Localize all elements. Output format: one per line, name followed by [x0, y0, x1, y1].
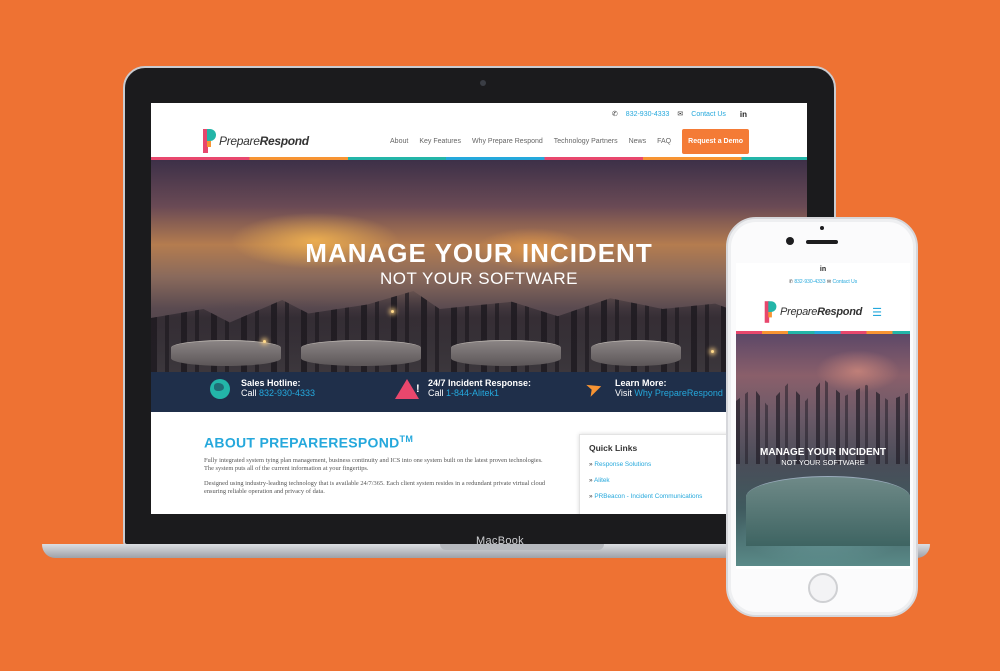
phone-device: in ✆ 832-930-4333 ✉ Contact Us PrepareRe… [726, 217, 918, 617]
content-area: ABOUT PREPARERESPONDTM Fully integrated … [151, 412, 807, 514]
info-band: Sales Hotline: Call 832-930-4333 ! 24/7 … [151, 372, 807, 412]
main-nav: About Key Features Why Prepare Respond T… [390, 125, 749, 157]
nav-news[interactable]: News [629, 138, 647, 145]
incident-response-title: 24/7 Incident Response: [428, 378, 532, 388]
about-paragraph-1: Fully integrated system tying plan manag… [204, 456, 543, 473]
phone-linkedin-icon[interactable]: in [736, 263, 910, 279]
phone-contact-link[interactable]: Contact Us [832, 279, 857, 285]
hero-banner: MANAGE YOUR INCIDENT NOT YOUR SOFTWARE [151, 160, 807, 372]
sales-phone-link[interactable]: 832-930-4333 [259, 388, 315, 398]
why-prepare-respond-link[interactable]: Why PrepareRespond [634, 388, 723, 398]
phone-hero-banner: MANAGE YOUR INCIDENT NOT YOUR SOFTWARE [736, 334, 910, 566]
about-section: ABOUT PREPARERESPONDTM Fully integrated … [204, 434, 549, 497]
mail-icon: ✉ [677, 111, 684, 118]
warning-icon: ! [395, 379, 420, 399]
top-contact-link[interactable]: Contact Us [691, 111, 726, 118]
phone-logo[interactable]: PrepareRespond [764, 300, 862, 324]
hamburger-menu-icon[interactable]: ☰ [872, 306, 882, 319]
site-header: PrepareRespond About Key Features Why Pr… [151, 125, 807, 157]
learn-more: ➤ Learn More: Visit Why PrepareRespond [582, 375, 723, 403]
phone-camera [786, 237, 794, 245]
phone-sensor [820, 226, 824, 230]
phone-hero-subtitle: NOT YOUR SOFTWARE [781, 458, 865, 467]
top-phone-link[interactable]: 832-930-4333 [626, 111, 670, 118]
incident-response: ! 24/7 Incident Response: Call 1-844-Ali… [395, 378, 532, 400]
phone-speaker [806, 240, 838, 244]
quick-link-item[interactable]: » Alitek [589, 477, 719, 484]
request-demo-button[interactable]: Request a Demo [682, 128, 749, 154]
hero-subtitle: NOT YOUR SOFTWARE [379, 269, 579, 288]
nav-about[interactable]: About [390, 138, 408, 145]
nav-why-prepare-respond[interactable]: Why Prepare Respond [472, 138, 543, 145]
laptop-screen: ✆ 832-930-4333 ✉ Contact Us in PrepareRe… [151, 103, 807, 514]
phone-hero-title: MANAGE YOUR INCIDENT [760, 447, 886, 458]
sales-hotline-title: Sales Hotline: [241, 378, 301, 388]
phone-icon: ✆ [611, 111, 618, 118]
storage-tank-image [591, 340, 681, 366]
location-arrow-icon: ➤ [582, 375, 606, 403]
storage-tank-image [301, 340, 421, 366]
logo-mark-icon [203, 129, 217, 153]
site-logo[interactable]: PrepareRespond [203, 129, 309, 153]
linkedin-icon[interactable]: in [740, 110, 747, 119]
learn-more-title: Learn More: [615, 378, 667, 388]
quick-link-item[interactable]: » Response Solutions [589, 461, 719, 468]
sales-hotline: Sales Hotline: Call 832-930-4333 [209, 378, 315, 400]
storage-tank-image [171, 340, 281, 366]
incident-phone-link[interactable]: 1-844-Alitek1 [446, 388, 499, 398]
logo-text: PrepareRespond [219, 134, 309, 148]
nav-technology-partners[interactable]: Technology Partners [554, 138, 618, 145]
nav-faq[interactable]: FAQ [657, 138, 671, 145]
quick-links-panel: Quick Links » Response Solutions » Alite… [579, 434, 729, 514]
light-spark [263, 340, 266, 343]
phone-screen: in ✆ 832-930-4333 ✉ Contact Us PrepareRe… [736, 263, 910, 569]
quick-links-title: Quick Links [589, 443, 638, 453]
phone-contact-bar: ✆ 832-930-4333 ✉ Contact Us [736, 279, 910, 293]
light-spark [391, 310, 394, 313]
globe-icon [210, 379, 230, 399]
storage-tank-image [451, 340, 561, 366]
nav-key-features[interactable]: Key Features [419, 138, 461, 145]
about-heading: ABOUT PREPARERESPONDTM [204, 434, 414, 451]
quick-link-item[interactable]: » PRBeacon - Incident Communications [589, 493, 719, 500]
light-spark [711, 350, 714, 353]
storage-tank-image [746, 476, 910, 546]
about-paragraph-2: Designed using industry-leading technolo… [204, 479, 546, 496]
phone-home-button[interactable] [808, 573, 838, 603]
phone-number-link[interactable]: 832-930-4333 [794, 279, 825, 285]
hero-text: MANAGE YOUR INCIDENT NOT YOUR SOFTWARE [151, 238, 807, 289]
logo-mark-icon [764, 301, 778, 323]
phone-header: PrepareRespond ☰ [736, 293, 910, 331]
laptop-camera [480, 80, 486, 86]
hero-title: MANAGE YOUR INCIDENT [305, 238, 653, 268]
top-bar: ✆ 832-930-4333 ✉ Contact Us in [151, 103, 807, 125]
